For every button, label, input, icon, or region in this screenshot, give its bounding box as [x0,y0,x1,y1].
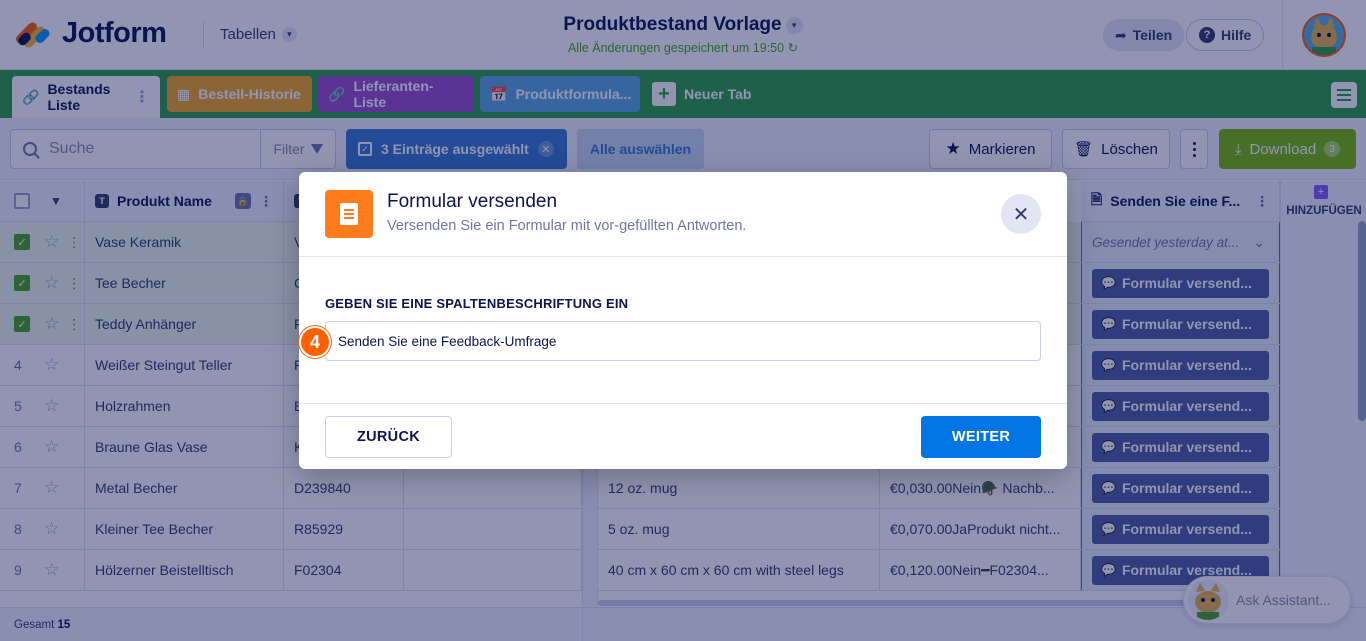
dialog-divider [299,256,1067,257]
dialog-divider [299,403,1067,404]
document-shape [340,203,358,225]
send-form-dialog: Formular versenden Versenden Sie ein For… [299,172,1067,469]
form-document-icon [325,190,373,238]
dialog-title: Formular versenden [387,191,558,212]
column-label-input[interactable] [325,321,1041,361]
close-button[interactable]: ✕ [1001,194,1041,234]
close-icon: ✕ [1012,203,1030,226]
next-button[interactable]: WEITER [921,416,1041,458]
step-badge: 4 [299,326,331,358]
column-label-heading: GEBEN SIE EINE SPALTENBESCHRIFTUNG EIN [325,296,629,311]
back-button[interactable]: ZURÜCK [325,416,452,458]
dialog-subtitle: Versenden Sie ein Formular mit vor-gefül… [387,218,747,234]
